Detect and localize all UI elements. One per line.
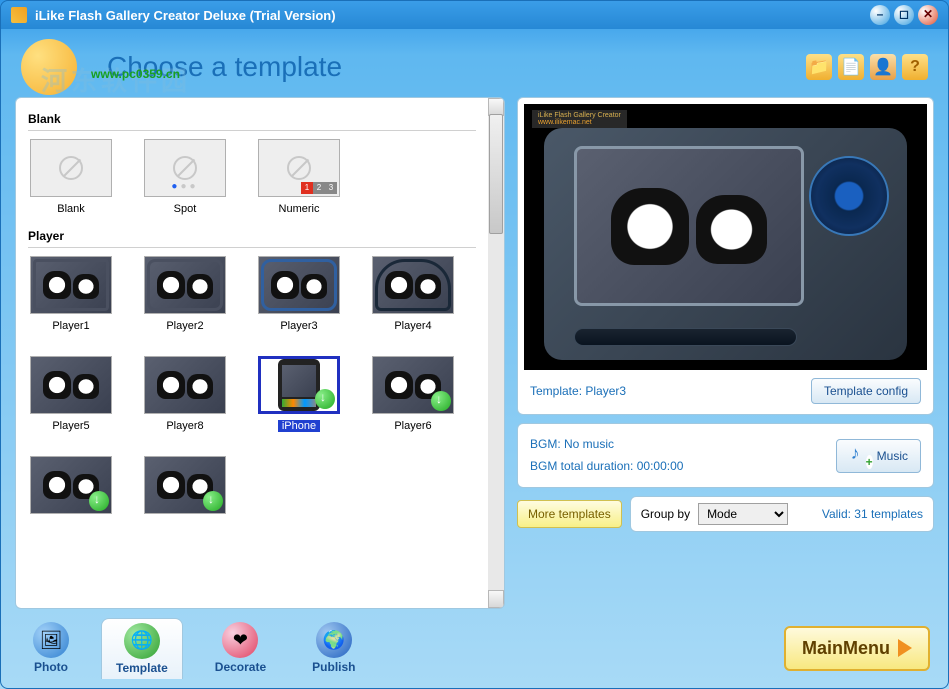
template-list-panel: Blank Blank ●●● Spot 123 Numeric Player	[15, 97, 505, 609]
maximize-button[interactable]: ◻	[894, 5, 914, 25]
template-spot[interactable]: ●●● Spot	[142, 139, 228, 215]
blank-icon	[59, 156, 83, 180]
thumb-label: Player5	[52, 420, 89, 432]
template-iphone[interactable]: iPhone	[256, 356, 342, 432]
template-name-label: Template: Player3	[530, 384, 626, 398]
section-player-label: Player	[28, 229, 476, 243]
preview-screen	[574, 146, 804, 306]
thumb-label: Player1	[52, 320, 89, 332]
player-device	[544, 128, 907, 360]
template-player4[interactable]: Player4	[370, 256, 456, 332]
header-tools: 📁 📄 👤 ?	[806, 54, 928, 80]
template-player3[interactable]: Player3	[256, 256, 342, 332]
thumb-label: Player8	[166, 420, 203, 432]
download-icon	[89, 491, 109, 511]
thumb-label: Player6	[394, 420, 431, 432]
main-menu-button[interactable]: MainMenu	[784, 626, 930, 671]
photo-icon: 🖼	[33, 622, 69, 658]
window-controls: – ◻ ✕	[870, 5, 938, 25]
thumb-label: Player4	[394, 320, 431, 332]
thumb-label: Player2	[166, 320, 203, 332]
template-player2[interactable]: Player2	[142, 256, 228, 332]
window-title: iLike Flash Gallery Creator Deluxe (Tria…	[35, 8, 336, 23]
download-icon	[315, 389, 335, 409]
template-icon: 🌐	[124, 623, 160, 659]
template-player5[interactable]: Player5	[28, 356, 114, 432]
blank-grid: Blank ●●● Spot 123 Numeric	[28, 139, 476, 215]
nav-photo[interactable]: 🖼 Photo	[19, 618, 83, 678]
thumb-label: Player3	[280, 320, 317, 332]
close-button[interactable]: ✕	[918, 5, 938, 25]
preview-stage: iLike Flash Gallery Creator www.ilikemac…	[524, 104, 927, 370]
thumb-label: Numeric	[279, 203, 320, 215]
decorate-icon: ❤	[222, 622, 258, 658]
template-config-button[interactable]: Template config	[811, 378, 921, 404]
more-templates-button[interactable]: More templates	[517, 500, 622, 528]
titlebar: iLike Flash Gallery Creator Deluxe (Tria…	[1, 1, 948, 29]
template-player6[interactable]: Player6	[370, 356, 456, 432]
music-icon	[849, 445, 871, 467]
template-player8[interactable]: Player8	[142, 356, 228, 432]
scrollbar-thumb[interactable]	[489, 114, 503, 234]
publish-icon: 🌍	[316, 622, 352, 658]
main-area: Blank Blank ●●● Spot 123 Numeric Player	[1, 97, 948, 609]
download-icon	[203, 491, 223, 511]
play-icon	[898, 639, 912, 657]
new-project-button[interactable]: 📄	[838, 54, 864, 80]
footer-nav: 🖼 Photo 🌐 Template ❤ Decorate 🌍 Publish …	[1, 613, 948, 683]
group-panel: Group by Mode Valid: 31 templates	[630, 496, 934, 532]
music-label: Music	[877, 449, 908, 463]
player-controls	[574, 328, 797, 346]
scrollbar[interactable]	[488, 98, 504, 608]
iphone-icon	[278, 359, 320, 411]
group-by-label: Group by	[641, 507, 690, 521]
help-button[interactable]: ?	[902, 54, 928, 80]
template-player1[interactable]: Player1	[28, 256, 114, 332]
logo-icon	[21, 39, 77, 95]
bgm-duration: BGM total duration: 00:00:00	[530, 456, 836, 478]
open-folder-button[interactable]: 📁	[806, 54, 832, 80]
section-blank-label: Blank	[28, 112, 476, 126]
music-button[interactable]: Music	[836, 439, 921, 473]
blank-icon	[173, 156, 197, 180]
thumb-label: iPhone	[278, 420, 320, 432]
group-by-select[interactable]: Mode	[698, 503, 788, 525]
preview-watermark: iLike Flash Gallery Creator www.ilikemac…	[532, 110, 627, 128]
player-grid: Player1 Player2 Player3 Player4 Player5	[28, 256, 476, 514]
nav-publish[interactable]: 🌍 Publish	[298, 618, 369, 678]
nav-decorate[interactable]: ❤ Decorate	[201, 618, 280, 678]
watermark-url: www.pc0359.cn	[91, 67, 180, 81]
header: 河东软件园 www.pc0359.cn Choose a template 📁 …	[1, 29, 948, 97]
dial-icon	[809, 156, 889, 236]
blank-icon	[287, 156, 311, 180]
valid-count: Valid: 31 templates	[822, 507, 923, 521]
minimize-button[interactable]: –	[870, 5, 890, 25]
template-numeric[interactable]: 123 Numeric	[256, 139, 342, 215]
account-button[interactable]: 👤	[870, 54, 896, 80]
preview-panel: iLike Flash Gallery Creator www.ilikemac…	[517, 97, 934, 415]
right-panel: iLike Flash Gallery Creator www.ilikemac…	[517, 97, 934, 609]
bgm-panel: BGM: No music BGM total duration: 00:00:…	[517, 423, 934, 488]
nav-template[interactable]: 🌐 Template	[101, 618, 183, 679]
template-scroll[interactable]: Blank Blank ●●● Spot 123 Numeric Player	[16, 98, 488, 608]
template-extra1[interactable]	[28, 456, 114, 514]
main-menu-label: MainMenu	[802, 638, 890, 659]
bgm-status: BGM: No music	[530, 434, 836, 456]
download-icon	[431, 391, 451, 411]
thumb-label: Blank	[57, 203, 85, 215]
template-blank[interactable]: Blank	[28, 139, 114, 215]
template-extra2[interactable]	[142, 456, 228, 514]
app-icon	[11, 7, 27, 23]
bottom-row: More templates Group by Mode Valid: 31 t…	[517, 496, 934, 532]
thumb-label: Spot	[174, 203, 197, 215]
